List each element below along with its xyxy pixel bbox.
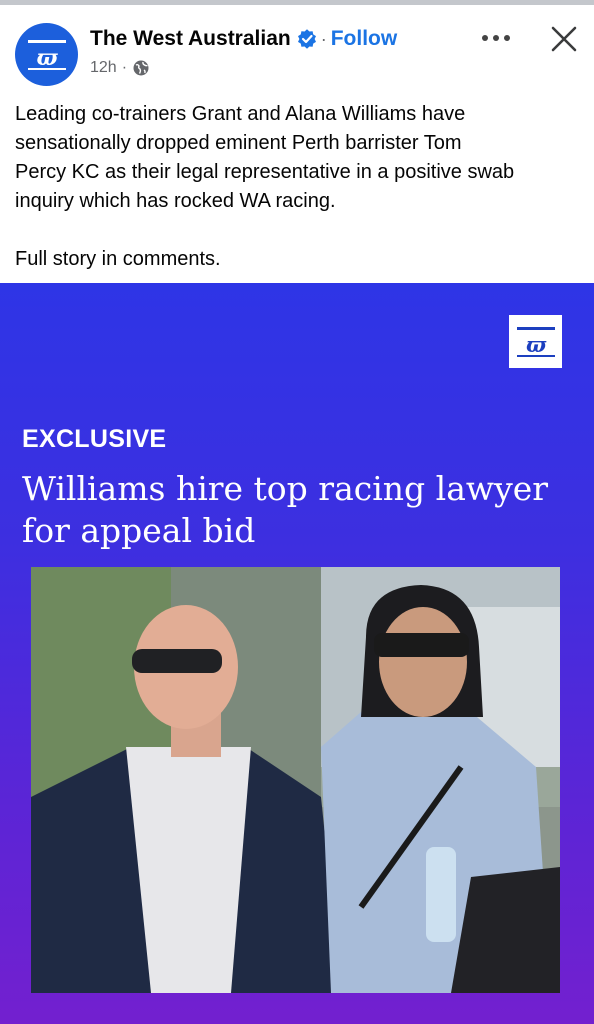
article-card[interactable]: ϖ EXCLUSIVE Williams hire top racing law…	[0, 283, 594, 1024]
caption-line: Leading co-trainers Grant and Alana Will…	[15, 103, 466, 125]
caption-line: Percy KC as their legal representative i…	[15, 161, 515, 183]
post-time[interactable]: 12h	[90, 59, 117, 77]
headline-line: Williams hire top racing lawyer	[22, 469, 549, 508]
more-dot	[482, 35, 488, 41]
svg-text:ϖ: ϖ	[526, 332, 547, 357]
verified-badge-icon	[297, 29, 316, 49]
globe-icon[interactable]	[132, 59, 150, 77]
page-avatar[interactable]: ϖ	[15, 23, 78, 86]
more-options-button[interactable]	[476, 23, 516, 53]
card-kicker: EXCLUSIVE	[22, 425, 167, 453]
caption-line: inquiry which has rocked WA racing.	[15, 190, 336, 212]
page-name[interactable]: The West Australian	[90, 27, 291, 51]
more-dot	[493, 35, 499, 41]
close-icon	[551, 26, 577, 52]
more-dot	[504, 35, 510, 41]
card-logo: ϖ	[509, 315, 562, 368]
headline-line: for appeal bid	[22, 511, 256, 550]
caption-line: sensationally dropped eminent Perth barr…	[15, 132, 462, 154]
close-button[interactable]	[544, 19, 584, 59]
post-header: ϖ The West Australian · Follow 12h ·	[0, 5, 594, 93]
post-meta: 12h ·	[90, 59, 150, 77]
meta-separator: ·	[121, 59, 128, 76]
svg-text:ϖ: ϖ	[36, 45, 58, 71]
title-separator: ·	[320, 28, 327, 49]
card-headline: Williams hire top racing lawyer for appe…	[22, 468, 582, 552]
wa-logo-icon: ϖ	[516, 326, 555, 357]
wa-logo-icon: ϖ	[27, 39, 66, 71]
page-title-row: The West Australian · Follow	[90, 27, 397, 51]
photo-illustration	[31, 567, 560, 993]
follow-button[interactable]: Follow	[331, 27, 398, 51]
caption-footer: Full story in comments.	[15, 248, 221, 270]
post-caption: Leading co-trainers Grant and Alana Will…	[15, 100, 585, 274]
article-photo[interactable]	[31, 567, 560, 993]
